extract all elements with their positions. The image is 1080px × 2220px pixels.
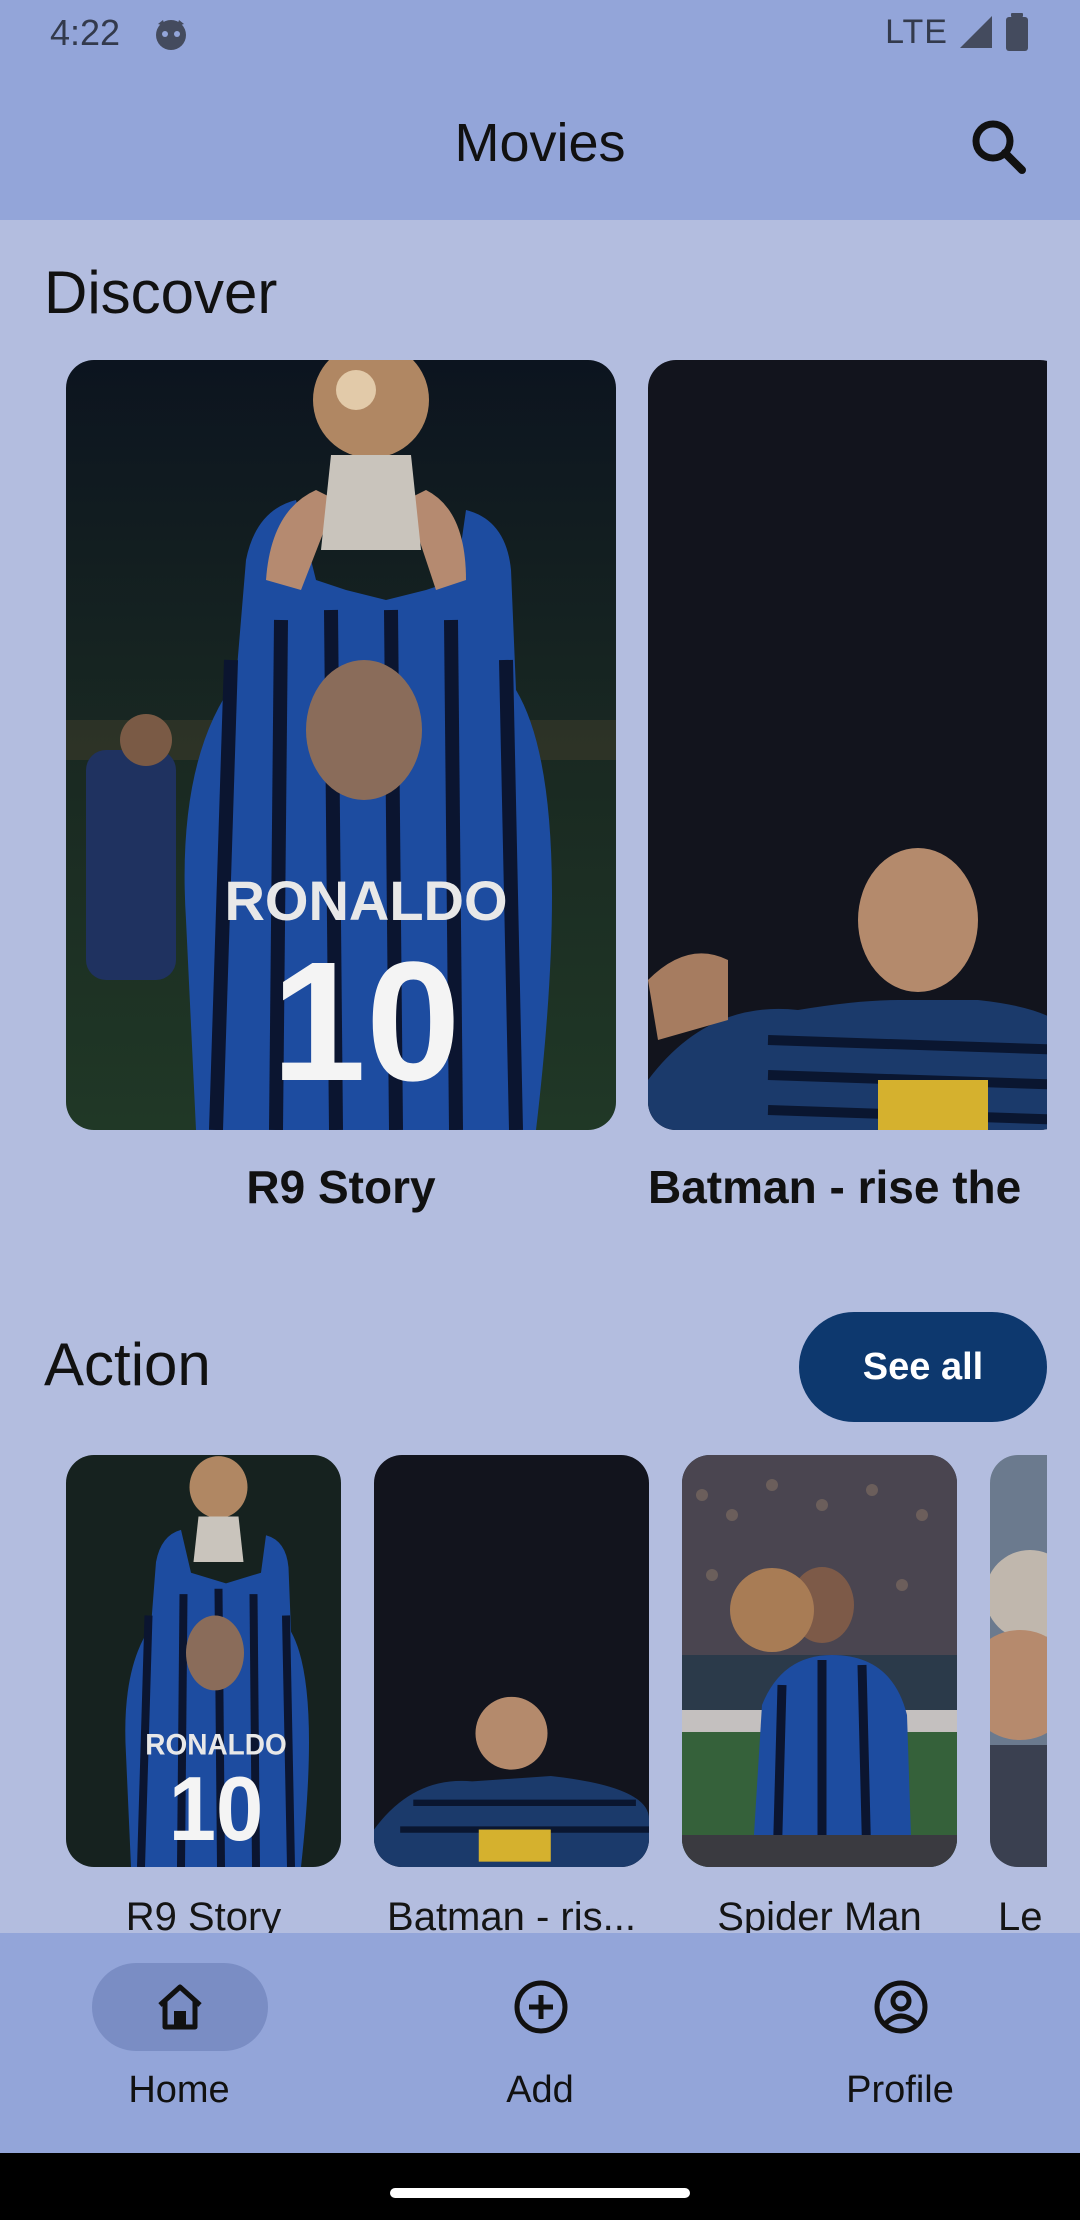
- poster-image: [682, 1455, 957, 1867]
- discover-card-title: Batman - rise the: [648, 1161, 1022, 1213]
- poster-image: [374, 1455, 649, 1867]
- discover-card-image[interactable]: RONALDO 10: [66, 360, 616, 1130]
- nav-item-add[interactable]: Add: [410, 1963, 670, 2123]
- poster-image: RONALDO 10: [66, 1455, 341, 1867]
- discover-card-image[interactable]: [648, 360, 1047, 1130]
- svg-text:10: 10: [169, 1758, 264, 1860]
- poster-image: RONALDO 10: [66, 360, 616, 1130]
- poster-image: [990, 1455, 1047, 1867]
- section-title-action: Action: [44, 1331, 211, 1398]
- section-title-discover: Discover: [44, 259, 278, 326]
- home-icon: [158, 1984, 202, 2030]
- action-card-image[interactable]: [990, 1455, 1047, 1867]
- nav-item-profile[interactable]: Profile: [770, 1963, 1030, 2123]
- profile-icon: [874, 1980, 928, 2034]
- svg-text:RONALDO: RONALDO: [224, 869, 507, 932]
- action-card-image[interactable]: [374, 1455, 649, 1867]
- home-gesture-handle[interactable]: [390, 2188, 690, 2198]
- poster-image: [648, 360, 1047, 1130]
- see-all-button[interactable]: See all: [799, 1312, 1047, 1422]
- add-circle-icon: [514, 1980, 568, 2034]
- nav-label-add: Add: [506, 2069, 574, 2111]
- nav-label-home: Home: [128, 2069, 230, 2111]
- svg-text:RONALDO: RONALDO: [145, 1729, 286, 1762]
- content-area: Discover RONALDO 10 R9 Story Batman - ri…: [0, 0, 1047, 2220]
- nav-item-home[interactable]: Home: [49, 1963, 309, 2123]
- gesture-navigation-bar: [0, 2153, 1080, 2220]
- bottom-navigation: Home Add Profile: [0, 1933, 1080, 2153]
- nav-label-profile: Profile: [846, 2069, 954, 2111]
- svg-text:10: 10: [271, 927, 460, 1117]
- action-card-image[interactable]: [682, 1455, 957, 1867]
- action-card-image[interactable]: RONALDO 10: [66, 1455, 341, 1867]
- discover-card-title: R9 Story: [246, 1161, 436, 1213]
